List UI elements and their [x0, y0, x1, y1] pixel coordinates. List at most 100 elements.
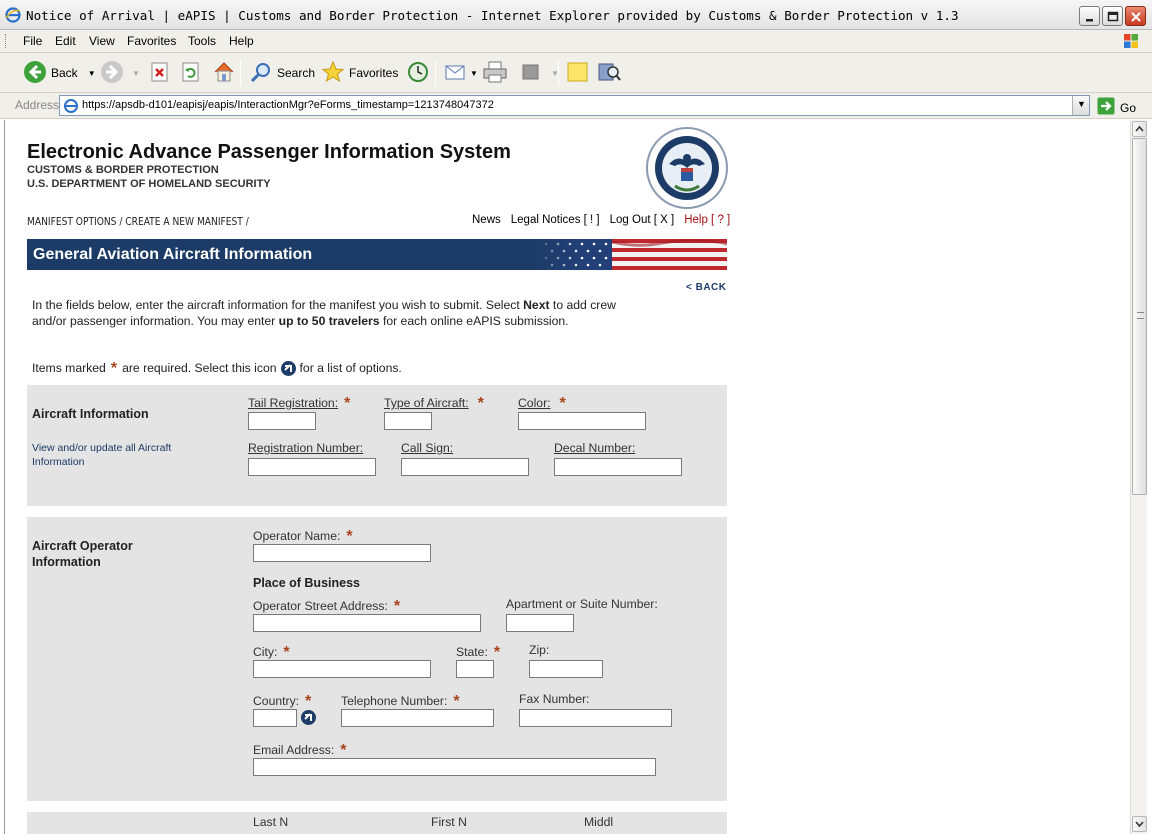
type-of-aircraft-label-text[interactable]: Type of Aircraft:: [384, 396, 469, 410]
menu-tools[interactable]: Tools: [188, 34, 216, 48]
country-options-icon[interactable]: [301, 710, 316, 725]
type-of-aircraft-input[interactable]: [384, 412, 432, 430]
breadcrumb: MANIFEST OPTIONS / CREATE A NEW MANIFEST…: [27, 215, 249, 228]
american-flag-image: [532, 239, 727, 270]
stop-button[interactable]: [150, 61, 170, 85]
call-sign-input[interactable]: [401, 458, 529, 476]
email-label: Email Address: *: [253, 741, 347, 759]
go-label: Go: [1120, 100, 1137, 115]
refresh-icon: [181, 61, 201, 86]
operator-name-label: Operator Name: *: [253, 527, 353, 545]
required-star-icon: *: [305, 693, 312, 710]
log-out-link[interactable]: Log Out [ X ]: [610, 214, 675, 226]
registration-number-label: Registration Number:: [248, 441, 363, 455]
back-dropdown-icon[interactable]: ▼: [88, 69, 96, 78]
address-bar: Address https://apsdb-d101/eapisj/eapis/…: [0, 93, 1152, 119]
ie-icon: [5, 7, 21, 26]
decal-number-label-text[interactable]: Decal Number:: [554, 441, 635, 455]
edit-page-icon: [521, 62, 541, 85]
vertical-scrollbar[interactable]: [1130, 120, 1147, 834]
maximize-button[interactable]: [1102, 6, 1123, 26]
history-button[interactable]: [406, 61, 430, 85]
minimize-button[interactable]: [1079, 6, 1100, 26]
menu-help[interactable]: Help: [229, 34, 254, 48]
scroll-up-button[interactable]: [1132, 121, 1147, 137]
forward-arrow-icon: [100, 60, 124, 87]
research-icon: [596, 60, 622, 87]
fax-input[interactable]: [519, 709, 672, 727]
go-button[interactable]: Go: [1097, 97, 1136, 118]
scroll-thumb[interactable]: [1132, 138, 1147, 495]
state-label: State: *: [456, 643, 500, 661]
thumb-grip: [1137, 312, 1144, 319]
tail-registration-label-text[interactable]: Tail Registration:: [248, 396, 338, 410]
close-button[interactable]: [1125, 6, 1146, 26]
registration-number-label-text[interactable]: Registration Number:: [248, 441, 363, 455]
refresh-button[interactable]: [181, 61, 201, 85]
type-of-aircraft-label: Type of Aircraft: *: [384, 394, 484, 412]
legal-notices-link[interactable]: Legal Notices [ ! ]: [511, 214, 600, 226]
search-button[interactable]: Search: [249, 61, 315, 85]
operator-street-input[interactable]: [253, 614, 481, 632]
required-note-text: are required. Select this icon: [122, 361, 277, 375]
zip-input[interactable]: [529, 660, 603, 678]
required-note-text: Items marked: [32, 361, 106, 375]
scroll-down-button[interactable]: [1132, 816, 1147, 832]
state-label-text: State:: [456, 645, 488, 659]
required-star-icon: *: [559, 395, 566, 412]
operator-street-label: Operator Street Address: *: [253, 597, 400, 615]
address-url: https://apsdb-d101/eapisj/eapis/Interact…: [82, 99, 494, 111]
intro-next-emphasis: Next: [523, 298, 550, 312]
state-input[interactable]: [456, 660, 494, 678]
registration-number-input[interactable]: [248, 458, 376, 476]
news-link[interactable]: News: [472, 214, 501, 226]
fax-label-text: Fax Number:: [519, 692, 590, 706]
back-link[interactable]: < BACK: [686, 282, 727, 293]
forward-button[interactable]: ▼: [100, 60, 140, 87]
site-title: Electronic Advance Passenger Information…: [27, 141, 511, 163]
fax-label: Fax Number:: [519, 692, 589, 706]
last-name-label: Last N: [253, 815, 288, 829]
telephone-label-text: Telephone Number:: [341, 694, 448, 708]
color-input[interactable]: [518, 412, 646, 430]
tail-registration-input[interactable]: [248, 412, 316, 430]
help-link[interactable]: Help [ ? ]: [684, 214, 730, 226]
menu-view[interactable]: View: [89, 34, 115, 48]
apartment-suite-input[interactable]: [506, 614, 574, 632]
forward-dropdown-icon[interactable]: ▼: [132, 69, 140, 78]
view-update-aircraft-link[interactable]: View and/or update all Aircraft Informat…: [32, 441, 202, 469]
favorites-button[interactable]: Favorites: [321, 60, 399, 85]
chevron-down-icon: ▼: [1077, 99, 1086, 109]
telephone-input[interactable]: [341, 709, 494, 727]
mail-button[interactable]: ▼: [444, 61, 478, 85]
back-button[interactable]: Back ▼: [23, 60, 96, 85]
zip-label-text: Zip:: [529, 643, 550, 657]
decal-number-input[interactable]: [554, 458, 682, 476]
favorites-label: Favorites: [349, 66, 399, 80]
next-section-clipped: Last N First N Middl: [27, 812, 727, 834]
address-dropdown-button[interactable]: ▼: [1072, 96, 1089, 115]
menu-bar: File Edit View Favorites Tools Help: [0, 30, 1152, 53]
middle-name-label-text: Middl: [584, 815, 614, 829]
first-name-label-text: First N: [431, 815, 467, 829]
call-sign-label-text[interactable]: Call Sign:: [401, 441, 453, 455]
home-button[interactable]: [212, 61, 236, 85]
edit-button[interactable]: ▼: [521, 61, 559, 85]
print-button[interactable]: [482, 61, 508, 85]
address-input[interactable]: https://apsdb-d101/eapisj/eapis/Interact…: [59, 95, 1090, 116]
menu-file[interactable]: File: [23, 34, 42, 48]
menu-favorites[interactable]: Favorites: [127, 34, 176, 48]
country-input[interactable]: [253, 709, 297, 727]
mail-dropdown-icon[interactable]: ▼: [470, 69, 478, 78]
email-input[interactable]: [253, 758, 656, 776]
aircraft-operator-section: Aircraft Operator Information Operator N…: [27, 517, 727, 801]
stop-icon: [150, 61, 170, 86]
operator-name-input[interactable]: [253, 544, 431, 562]
discuss-button[interactable]: [566, 61, 590, 85]
intro-text: In the fields below, enter the aircraft …: [32, 297, 622, 329]
history-icon: [406, 60, 430, 87]
research-button[interactable]: [596, 61, 622, 85]
city-input[interactable]: [253, 660, 431, 678]
menu-edit[interactable]: Edit: [55, 34, 76, 48]
color-label-text[interactable]: Color:: [518, 396, 551, 410]
